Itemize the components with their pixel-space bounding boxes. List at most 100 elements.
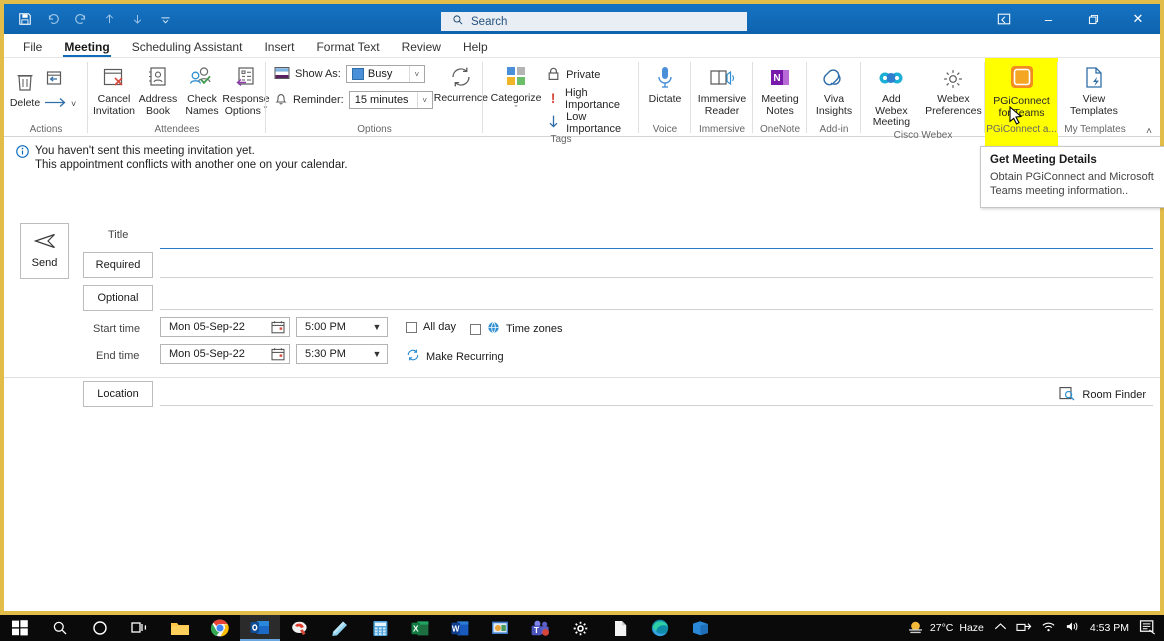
taskbar: X W T 27°C Haze 4:53 PM [0, 615, 1164, 641]
check-names-button[interactable]: Check Names [180, 61, 224, 117]
room-finder-button[interactable]: Room Finder [1059, 386, 1146, 404]
taskbar-item-cortana[interactable] [80, 615, 120, 641]
minimize-button[interactable]: – [1026, 4, 1071, 34]
time-zones-checkbox[interactable]: Time zones [470, 321, 562, 337]
response-options-button[interactable]: Response Options ˇ [222, 61, 270, 117]
address-book-button[interactable]: Address Book [136, 61, 180, 117]
arrow-up-icon[interactable] [96, 7, 122, 31]
tab-scheduling-assistant[interactable]: Scheduling Assistant [121, 40, 254, 57]
svg-text:T: T [533, 624, 539, 634]
end-time-input[interactable]: 5:30 PM ▼ [296, 344, 388, 364]
save-icon[interactable] [12, 7, 38, 31]
meeting-body-editor[interactable] [4, 378, 1160, 602]
title-input[interactable] [160, 248, 1153, 249]
required-button[interactable]: Required [83, 252, 153, 278]
taskbar-clock[interactable]: 4:53 PM [1090, 622, 1129, 634]
categorize-chevron-icon[interactable]: ˇ [515, 104, 518, 114]
make-recurring-button[interactable]: Make Recurring [406, 348, 504, 365]
chevron-down-icon[interactable] [152, 7, 178, 31]
forward-arrow-icon[interactable] [44, 95, 68, 113]
taskbar-item-google-chrome[interactable] [200, 615, 240, 641]
taskbar-item-outlook[interactable] [240, 615, 280, 641]
wifi-icon[interactable] [1041, 620, 1056, 636]
taskbar-item-notepad[interactable] [320, 615, 360, 641]
location-button[interactable]: Location [83, 381, 153, 407]
taskbar-item-store[interactable] [680, 615, 720, 641]
reminder-value: 15 minutes [354, 94, 409, 106]
taskbar-item-microsoft-edge[interactable] [640, 615, 680, 641]
reminder-combobox[interactable]: 15 minutes ˅ [348, 91, 433, 109]
tab-file[interactable]: File [12, 40, 53, 57]
trash-icon[interactable] [15, 69, 35, 95]
start-time-input[interactable]: 5:00 PM ▼ [296, 317, 388, 337]
low-importance-button[interactable]: Low Importance [547, 111, 639, 135]
ribbon-display-options-button[interactable] [981, 4, 1026, 34]
action-center-icon[interactable] [1139, 619, 1156, 638]
taskbar-item-word[interactable]: W [440, 615, 480, 641]
network-icon[interactable] [1016, 620, 1032, 636]
move-to-folder-icon[interactable] [44, 65, 64, 91]
start-date-input[interactable]: Mon 05-Sep-22 [160, 317, 290, 337]
close-button[interactable]: ✕ [1116, 4, 1160, 34]
chevron-down-icon[interactable]: ˅ [408, 66, 424, 82]
taskbar-item-task-view[interactable] [120, 615, 160, 641]
private-button[interactable]: Private [547, 64, 639, 85]
search-input[interactable]: Search [441, 12, 747, 31]
tab-review[interactable]: Review [391, 40, 452, 57]
categorize-button[interactable]: Categorize ˇ [489, 62, 543, 114]
taskbar-items: X W T [0, 615, 720, 641]
chevron-up-icon[interactable]: ˄ [1146, 126, 1152, 137]
all-day-checkbox[interactable]: All day [406, 321, 456, 333]
arrow-down-icon[interactable] [124, 7, 150, 31]
tab-help[interactable]: Help [452, 40, 499, 57]
calendar-picker-icon[interactable] [271, 347, 285, 364]
high-importance-button[interactable]: ! High Importance [547, 87, 639, 111]
end-date-input[interactable]: Mon 05-Sep-22 [160, 344, 290, 364]
recurrence-button[interactable]: Recurrence [434, 64, 488, 105]
all-day-checkbox-box[interactable] [406, 321, 417, 333]
undo-icon[interactable] [40, 7, 66, 31]
taskbar-item-excel[interactable]: X [400, 615, 440, 641]
time-zones-checkbox-box[interactable] [470, 323, 481, 335]
taskbar-item-paint[interactable] [280, 615, 320, 641]
optional-button[interactable]: Optional [83, 285, 153, 311]
speaker-icon[interactable] [1065, 620, 1080, 636]
taskbar-item-calculator[interactable] [360, 615, 400, 641]
chevron-up-icon[interactable] [994, 622, 1007, 634]
taskbar-item-document[interactable] [600, 615, 640, 641]
tab-format-text[interactable]: Format Text [305, 40, 390, 57]
viva-insights-label: Viva Insights [815, 93, 853, 117]
redo-icon[interactable] [68, 7, 94, 31]
end-time-value: 5:30 PM [305, 348, 346, 360]
send-button[interactable]: Send [20, 223, 69, 279]
meeting-notes-button[interactable]: N Meeting Notes [757, 61, 802, 117]
tab-insert[interactable]: Insert [253, 40, 305, 57]
chevron-down-icon[interactable]: ˅ [416, 92, 432, 108]
taskbar-item-settings[interactable] [560, 615, 600, 641]
add-webex-meeting-button[interactable]: Add Webex Meeting [861, 61, 922, 129]
actions-more-chevron-icon[interactable]: ˅ [71, 99, 76, 109]
optional-input[interactable] [160, 309, 1153, 310]
taskbar-item-microsoft-teams[interactable]: T [520, 615, 560, 641]
immersive-reader-button[interactable]: Immersive Reader [694, 61, 750, 117]
webex-preferences-button[interactable]: Webex Preferences [922, 61, 985, 117]
cancel-invitation-button[interactable]: Cancel Invitation [92, 61, 136, 117]
show-as-combobox[interactable]: Busy ˅ [345, 65, 425, 83]
taskbar-item-search[interactable] [40, 615, 80, 641]
view-templates-button[interactable]: View Templates [1066, 61, 1122, 117]
location-input[interactable] [160, 405, 1153, 406]
taskbar-item-start[interactable] [0, 615, 40, 641]
dictate-button[interactable]: Dictate [643, 61, 687, 106]
taskbar-item-slides[interactable] [480, 615, 520, 641]
calendar-picker-icon[interactable] [271, 320, 285, 337]
chevron-down-icon[interactable]: ▼ [370, 345, 384, 363]
tab-meeting[interactable]: Meeting [53, 40, 120, 57]
taskbar-weather[interactable]: 27°C Haze [907, 619, 984, 638]
restore-button[interactable] [1071, 4, 1116, 34]
chevron-down-icon[interactable]: ▼ [370, 318, 384, 336]
info-bar-text: You haven't sent this meeting invitation… [35, 144, 348, 172]
taskbar-item-file-explorer[interactable] [160, 615, 200, 641]
viva-insights-button[interactable]: Viva Insights [812, 61, 856, 117]
delete-button-label[interactable]: Delete [10, 97, 40, 109]
required-input[interactable] [160, 277, 1153, 278]
